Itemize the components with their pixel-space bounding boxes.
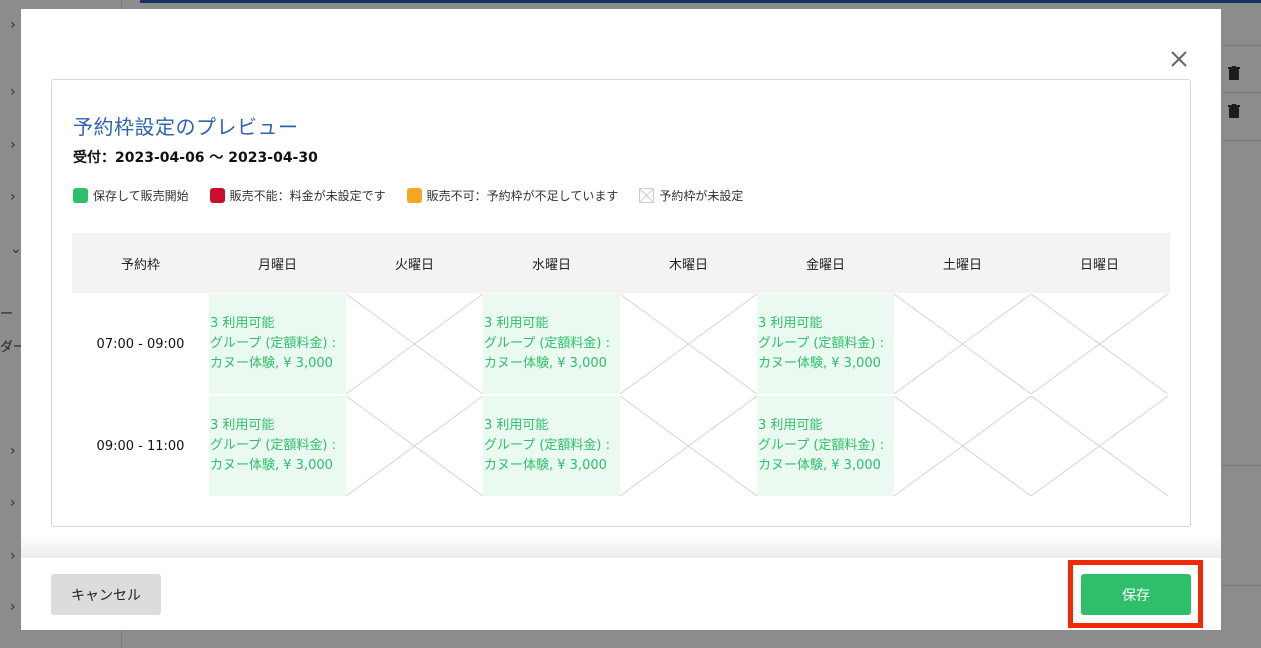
slot-cell-available: 3 利用可能グループ (定額料金) : カヌー体験, ¥ 3,000 [757,396,894,496]
slot-cell-line: 3 利用可能 [484,316,549,331]
unset-cross-icon [620,396,757,496]
legend-label: 販売不能：料金が未設定です [229,188,386,203]
slot-cell-unset [1031,396,1168,496]
slot-cell-line: グループ (定額料金) : [484,336,611,351]
slot-cell-line: グループ (定額料金) : [758,336,885,351]
unset-cross-icon [894,294,1031,394]
slot-cell-line: カヌー体験, ¥ 3,000 [210,458,333,473]
slot-cell-line: カヌー体験, ¥ 3,000 [484,356,607,371]
slot-cell-line: 3 利用可能 [210,316,275,331]
table-row: 07:00 - 09:00 3 利用可能グループ (定額料金) : カヌー体験, ¥… [72,293,1170,395]
slot-cell-line: グループ (定額料金) : [484,438,611,453]
slot-cell-text: 3 利用可能グループ (定額料金) : カヌー体験, ¥ 3,000 [484,314,610,374]
header-wednesday: 水曜日 [531,257,571,273]
crossed-square-icon [639,187,655,203]
slot-cell-text: 3 利用可能グループ (定額料金) : カヌー体験, ¥ 3,000 [484,416,610,476]
schedule-table: 予約枠 月曜日 火曜日 水曜日 木曜日 金曜日 土曜日 日曜日 07:00 - … [72,233,1170,497]
header-sunday: 日曜日 [1079,257,1119,273]
legend: 保存して販売開始 販売不能：料金が未設定です 販売不可：予約枠が不足しています [73,185,764,205]
save-button[interactable]: 保存 [1081,574,1191,615]
slot-cell-line: 3 利用可能 [758,316,823,331]
slot-cell-text: 3 利用可能グループ (定額料金) : カヌー体験, ¥ 3,000 [758,416,884,476]
legend-item: 販売不可：予約枠が不足しています [406,187,619,204]
footer-shadow [21,534,1221,558]
cancel-button[interactable]: キャンセル [51,574,161,615]
green-square-icon [73,187,88,203]
unset-cross-icon [346,294,483,394]
close-button[interactable] [1167,47,1191,71]
slot-cell-unset [1031,294,1168,394]
slot-cell-unset [620,396,757,496]
legend-item: 販売不能：料金が未設定です [209,187,386,204]
slot-cell-line: カヌー体験, ¥ 3,000 [210,356,333,371]
slot-cell-unset [894,294,1031,394]
header-monday: 月曜日 [257,257,297,273]
slot-cell-line: グループ (定額料金) : [210,336,337,351]
time-slot-label: 09:00 - 11:00 [96,438,185,454]
slot-cell-line: カヌー体験, ¥ 3,000 [758,356,881,371]
table-body: 07:00 - 09:00 3 利用可能 グループ (定額料金) : カヌー体験, ¥… [72,293,1170,497]
legend-label: 予約枠が未設定 [659,188,744,203]
slot-cell-available: 3 利用可能グループ (定額料金) : カヌー体験, ¥ 3,000 [209,396,346,496]
modal-footer: キャンセル 保存 [21,558,1221,630]
header-tuesday: 火曜日 [394,257,434,273]
slot-cell-line: カヌー体験, ¥ 3,000 [758,458,881,473]
table-header: 予約枠 月曜日 火曜日 水曜日 木曜日 金曜日 土曜日 日曜日 [72,233,1170,293]
slot-cell-available: 3 利用可能グループ (定額料金) : カヌー体験, ¥ 3,000 [483,396,620,496]
unset-cross-icon [894,396,1031,496]
slot-cell-unset [346,294,483,394]
slot-cell-available: 3 利用可能グループ (定額料金) : カヌー体験, ¥ 3,000 [209,294,346,394]
slot-cell-line: グループ (定額料金) : [758,438,885,453]
slot-cell-text: 3 利用可能グループ (定額料金) : カヌー体験, ¥ 3,000 [758,314,884,374]
slot-cell-line: 3 利用可能 [758,418,823,433]
slot-cell-text: 3 利用可能グループ (定額料金) : カヌー体験, ¥ 3,000 [210,314,336,374]
preview-modal: 予約枠設定のプレビュー 受付：2023-04-06 ～ 2023-04-30 保… [21,9,1221,630]
unset-cross-icon [1031,396,1168,496]
legend-item: 予約枠が未設定 [639,187,743,204]
header-thursday: 木曜日 [668,257,708,273]
slot-cell-line: グループ (定額料金) : [210,438,337,453]
slot-cell-text: 3 利用可能グループ (定額料金) : カヌー体験, ¥ 3,000 [210,416,336,476]
slot-cell-unset [894,396,1031,496]
table-row: 09:00 - 11:00 3 利用可能グループ (定額料金) : カヌー体験, ¥… [72,395,1170,497]
time-slot-label: 07:00 - 09:00 [96,336,185,352]
orange-square-icon [406,187,422,203]
unset-cross-icon [346,396,483,496]
header-friday: 金曜日 [805,257,845,273]
preview-card: 予約枠設定のプレビュー 受付：2023-04-06 ～ 2023-04-30 保… [51,79,1191,527]
red-square-icon [209,187,225,203]
slot-cell-available: 3 利用可能グループ (定額料金) : カヌー体験, ¥ 3,000 [483,294,620,394]
unset-cross-icon [620,294,757,394]
slot-cell-available: 3 利用可能グループ (定額料金) : カヌー体験, ¥ 3,000 [757,294,894,394]
slot-cell-line: 3 利用可能 [210,418,275,433]
close-icon[interactable] [1167,47,1191,71]
reception-period: 受付：2023-04-06 ～ 2023-04-30 [73,150,318,166]
header-time-slot: 予約枠 [120,257,160,273]
legend-label: 販売不可：予約枠が不足しています [426,188,619,203]
legend-item: 保存して販売開始 [73,187,189,204]
slot-cell-unset [620,294,757,394]
slot-cell-line: カヌー体験, ¥ 3,000 [484,458,607,473]
slot-cell-line: 3 利用可能 [484,418,549,433]
legend-label: 保存して販売開始 [93,188,189,203]
unset-cross-icon [1031,294,1168,394]
page-title: 予約枠設定のプレビュー [73,115,299,139]
header-saturday: 土曜日 [942,257,982,273]
slot-cell-unset [346,396,483,496]
